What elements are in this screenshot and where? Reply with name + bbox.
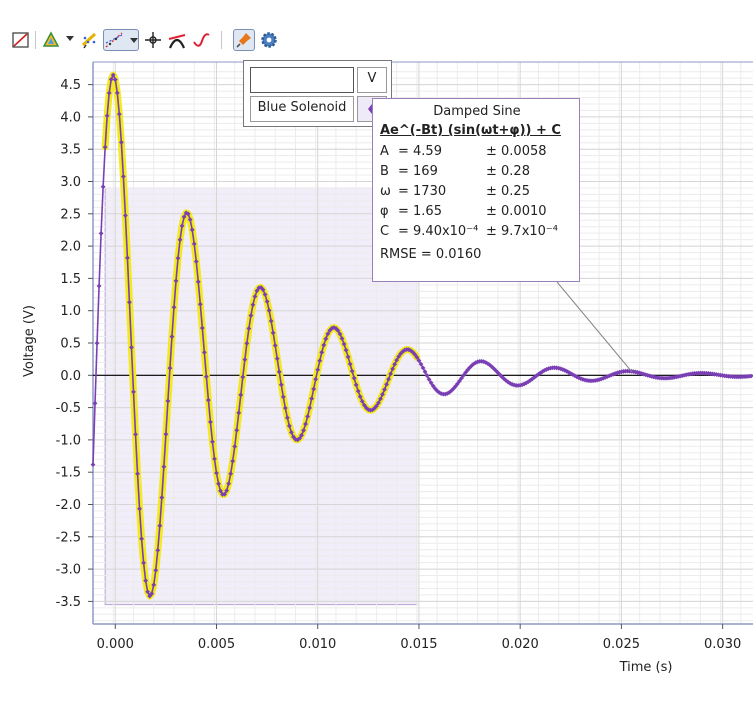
y-tick-label: -3.0 bbox=[56, 563, 81, 578]
y-tick-label: 3.0 bbox=[60, 175, 81, 190]
fit-rmse: RMSE = 0.0160 bbox=[380, 247, 482, 262]
x-tick-label: 0.030 bbox=[704, 637, 741, 652]
y-tick-label: 3.5 bbox=[60, 143, 81, 158]
y-tick-label: -1.0 bbox=[56, 433, 81, 448]
x-tick-label: 0.015 bbox=[400, 637, 437, 652]
y-tick-label: 2.5 bbox=[60, 207, 81, 222]
y-tick-label: 1.5 bbox=[60, 272, 81, 287]
fit-equation: Ae^(-Bt) (sin(ωt+φ)) + C bbox=[380, 123, 561, 138]
y-tick-label: 0.0 bbox=[60, 369, 81, 384]
y-tick-label: 0.5 bbox=[60, 337, 81, 352]
x-axis-label: Time (s) bbox=[619, 660, 673, 675]
y-tick-label: -3.5 bbox=[56, 595, 81, 610]
fit-callout-line bbox=[556, 281, 633, 373]
y-tick-label: 1.0 bbox=[60, 304, 81, 319]
series-name-label[interactable]: Blue Solenoid bbox=[250, 96, 354, 122]
data-point bbox=[96, 283, 102, 289]
selected-region bbox=[104, 187, 418, 606]
y-tick-label: 4.0 bbox=[60, 110, 81, 125]
data-point bbox=[90, 462, 96, 468]
unit-label: V bbox=[357, 67, 387, 93]
y-tick-label: -2.0 bbox=[56, 498, 81, 513]
x-tick-label: 0.025 bbox=[603, 637, 640, 652]
curve-fit-panel[interactable]: Damped Sine Ae^(-Bt) (sin(ωt+φ)) + C A = … bbox=[372, 98, 580, 282]
x-tick-label: 0.010 bbox=[299, 637, 336, 652]
unit-input[interactable] bbox=[250, 67, 354, 93]
fit-title: Damped Sine bbox=[433, 104, 521, 119]
series-legend: V Blue Solenoid bbox=[243, 60, 392, 127]
y-tick-label: 4.5 bbox=[60, 78, 81, 93]
y-tick-label: -2.5 bbox=[56, 530, 81, 545]
x-tick-label: 0.005 bbox=[198, 637, 235, 652]
data-point bbox=[98, 230, 104, 236]
y-tick-label: -0.5 bbox=[56, 401, 81, 416]
y-tick-label: -1.5 bbox=[56, 466, 81, 481]
data-point bbox=[94, 340, 100, 346]
y-tick-label: 2.0 bbox=[60, 240, 81, 255]
x-tick-label: 0.000 bbox=[97, 637, 134, 652]
y-axis-label: Voltage (V) bbox=[22, 305, 37, 377]
x-tick-label: 0.020 bbox=[502, 637, 539, 652]
